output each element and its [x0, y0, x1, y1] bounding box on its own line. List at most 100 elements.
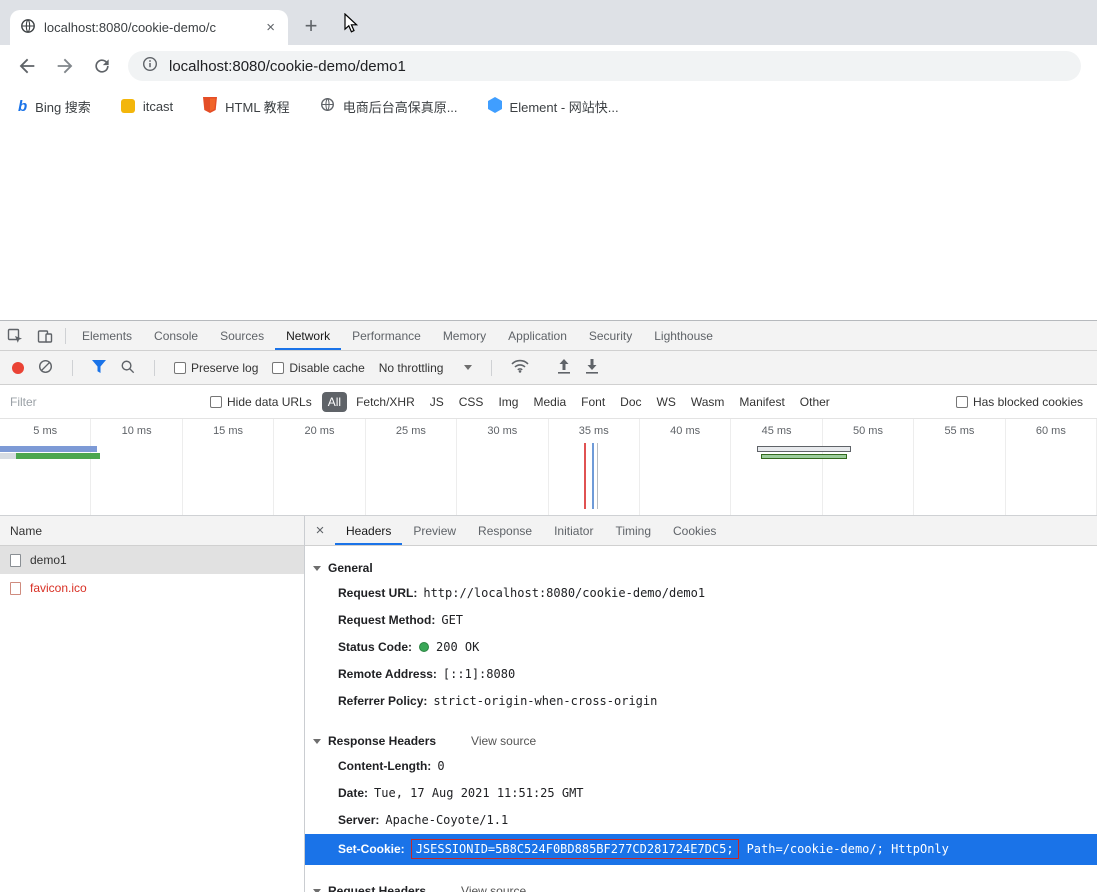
request-row-favicon[interactable]: favicon.ico: [0, 574, 304, 602]
type-filter-fetch-xhr[interactable]: Fetch/XHR: [350, 392, 421, 412]
request-name: favicon.ico: [30, 581, 87, 595]
header-row-date: Date: Tue, 17 Aug 2021 11:51:25 GMT: [338, 786, 584, 800]
detail-tab-timing[interactable]: Timing: [604, 516, 662, 545]
devtools-tab-network[interactable]: Network: [275, 321, 341, 350]
filter-icon[interactable]: [92, 359, 106, 376]
hide-data-urls-checkbox[interactable]: Hide data URLs: [210, 395, 312, 409]
record-button[interactable]: [12, 361, 24, 374]
filter-input[interactable]: [10, 394, 200, 409]
bookmark-ecommerce[interactable]: 电商后台高保真原...: [320, 97, 458, 116]
document-icon: [10, 553, 21, 567]
type-filter-wasm[interactable]: Wasm: [685, 392, 731, 412]
section-title: General: [328, 561, 373, 575]
triangle-expanded-icon: [313, 565, 321, 571]
preserve-log-checkbox[interactable]: Preserve log: [174, 361, 258, 375]
name-column-header[interactable]: Name: [0, 516, 304, 546]
reload-button[interactable]: [92, 56, 112, 76]
bookmark-bing[interactable]: b Bing 搜索: [18, 97, 91, 116]
type-filter-doc[interactable]: Doc: [614, 392, 647, 412]
devtools-tab-application[interactable]: Application: [497, 321, 578, 350]
checkbox-box: [272, 361, 285, 374]
inspect-element-icon[interactable]: [0, 321, 30, 350]
search-icon[interactable]: [120, 359, 135, 377]
checkbox-label: Disable cache: [289, 360, 365, 375]
waterfall-bar-demo1-download: [0, 453, 100, 459]
section-title: Request Headers: [328, 884, 427, 892]
view-source-button[interactable]: View source: [471, 734, 536, 748]
header-row-status-code: Status Code: 200 OK: [338, 640, 480, 654]
detail-tab-headers[interactable]: Headers: [335, 516, 402, 545]
detail-tab-preview[interactable]: Preview: [402, 516, 467, 545]
bookmark-label: HTML 教程: [225, 99, 290, 115]
page-content: [0, 125, 1097, 320]
devtools-tab-console[interactable]: Console: [143, 321, 209, 350]
throttling-select[interactable]: No throttling: [379, 361, 473, 375]
type-filter-chips: All Fetch/XHR JS CSS Img Media Font Doc …: [321, 391, 836, 412]
timeline-tick: 30 ms: [457, 419, 549, 515]
device-toolbar-icon[interactable]: [30, 321, 60, 350]
bookmark-itcast[interactable]: itcast: [120, 99, 173, 114]
devtools-tab-memory[interactable]: Memory: [432, 321, 497, 350]
detail-tab-cookies[interactable]: Cookies: [662, 516, 727, 545]
forward-button[interactable]: [54, 55, 76, 77]
type-filter-media[interactable]: Media: [527, 392, 572, 412]
bookmark-label: Bing 搜索: [35, 99, 91, 115]
timeline-tick: 10 ms: [91, 419, 183, 515]
timeline-tick: 45 ms: [731, 419, 823, 515]
request-row-demo1[interactable]: demo1: [0, 546, 304, 574]
detail-tab-initiator[interactable]: Initiator: [543, 516, 604, 545]
devtools-tab-lighthouse[interactable]: Lighthouse: [643, 321, 724, 350]
general-section-header[interactable]: General: [305, 556, 1097, 580]
type-filter-other[interactable]: Other: [794, 392, 836, 412]
devtools-tab-sources[interactable]: Sources: [209, 321, 275, 350]
bookmark-label: Element - 网站快...: [509, 99, 619, 115]
triangle-expanded-icon: [313, 738, 321, 744]
new-tab-button[interactable]: +: [296, 11, 326, 41]
type-filter-all[interactable]: All: [321, 391, 348, 412]
checkbox-box: [210, 395, 222, 408]
request-headers-section-header[interactable]: Request Headers View source: [305, 879, 1097, 892]
type-filter-font[interactable]: Font: [575, 392, 611, 412]
detail-tab-response[interactable]: Response: [467, 516, 543, 545]
response-headers-section-header[interactable]: Response Headers View source: [305, 729, 1097, 753]
type-filter-ws[interactable]: WS: [651, 392, 682, 412]
tab-close-icon[interactable]: ×: [263, 19, 278, 36]
clear-icon[interactable]: [38, 359, 53, 377]
devtools-tab-bar: Elements Console Sources Network Perform…: [0, 321, 1097, 351]
devtools-tab-security[interactable]: Security: [578, 321, 643, 350]
type-filter-css[interactable]: CSS: [453, 392, 490, 412]
network-overview-timeline[interactable]: 5 ms 10 ms 15 ms 20 ms 25 ms 30 ms 35 ms…: [0, 419, 1097, 516]
bookmark-html-tutorial[interactable]: HTML 教程: [203, 96, 290, 116]
network-conditions-icon[interactable]: [511, 359, 530, 376]
site-info-icon[interactable]: [142, 56, 158, 76]
bookmark-element[interactable]: Element - 网站快...: [487, 96, 619, 116]
export-har-icon[interactable]: [585, 358, 599, 377]
type-filter-manifest[interactable]: Manifest: [733, 392, 790, 412]
network-filter-bar: Hide data URLs All Fetch/XHR JS CSS Img …: [0, 385, 1097, 419]
import-har-icon[interactable]: [557, 358, 571, 377]
has-blocked-cookies-checkbox[interactable]: Has blocked cookies: [955, 395, 1083, 409]
type-filter-img[interactable]: Img: [492, 392, 524, 412]
header-row-remote-address: Remote Address: [::1]:8080: [338, 667, 516, 681]
address-bar[interactable]: localhost:8080/cookie-demo/demo1: [128, 51, 1081, 81]
disable-cache-checkbox[interactable]: Disable cache: [272, 360, 365, 375]
view-source-button[interactable]: View source: [461, 884, 526, 892]
bookmarks-bar: b Bing 搜索 itcast HTML 教程 电商后台高保真原... Ele…: [0, 87, 1097, 125]
address-bar-row: localhost:8080/cookie-demo/demo1: [0, 45, 1097, 87]
devtools-tab-elements[interactable]: Elements: [71, 321, 143, 350]
timeline-tick: 15 ms: [183, 419, 275, 515]
headers-content: General Request URL: http://localhost:80…: [305, 546, 1097, 892]
close-detail-icon[interactable]: ×: [305, 516, 335, 545]
type-filter-js[interactable]: JS: [424, 392, 450, 412]
triangle-expanded-icon: [313, 888, 321, 892]
globe-icon: [320, 97, 335, 115]
header-row-request-method: Request Method: GET: [338, 613, 464, 627]
checkbox-label: Preserve log: [191, 360, 259, 375]
devtools-tab-performance[interactable]: Performance: [341, 321, 432, 350]
divider: [491, 359, 493, 376]
session-id-highlight-box: JSESSIONID=5B8C524F0BD885BF277CD281724E7…: [410, 839, 739, 859]
browser-tab[interactable]: localhost:8080/cookie-demo/c ×: [10, 10, 288, 45]
detail-tab-bar: × Headers Preview Response Initiator Tim…: [305, 516, 1097, 546]
back-button[interactable]: [16, 55, 38, 77]
header-row-request-url: Request URL: http://localhost:8080/cooki…: [338, 586, 706, 600]
